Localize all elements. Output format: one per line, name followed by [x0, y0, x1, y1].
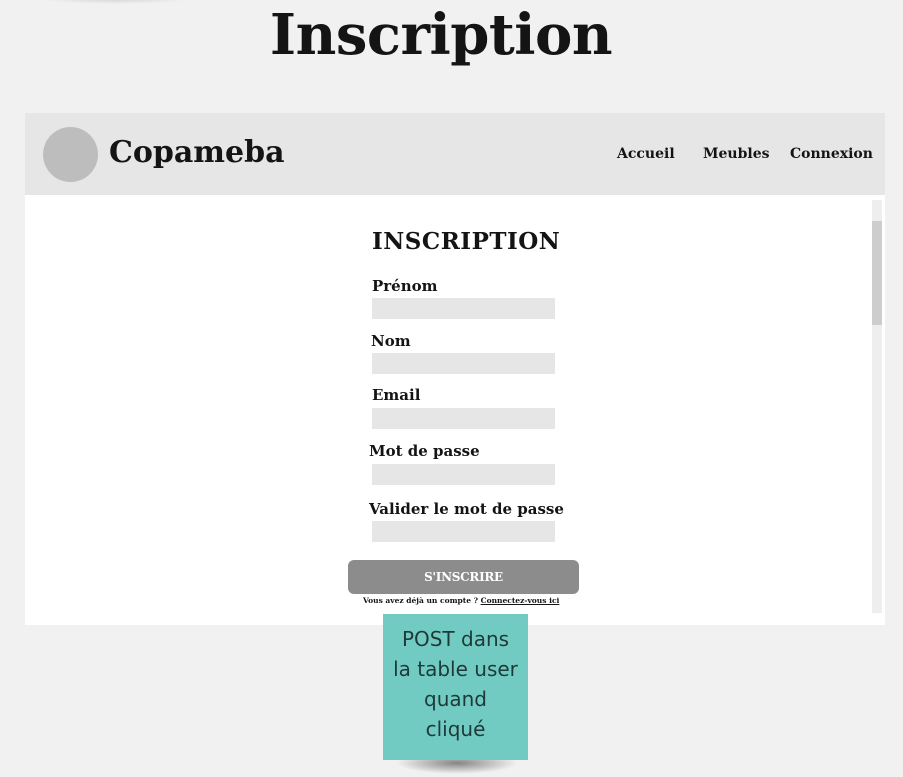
nav-link-connexion[interactable]: Connexion: [790, 146, 873, 162]
field-label-password: Mot de passe: [369, 442, 480, 460]
field-label-email: Email: [372, 386, 421, 404]
wireframe-window: Copameba Accueil Meubles Connexion INSCR…: [25, 113, 885, 625]
sticky-note-annotation: POST dans la table user quand cliqué: [383, 614, 528, 760]
nav-link-accueil[interactable]: Accueil: [617, 146, 675, 162]
email-input[interactable]: [372, 408, 555, 429]
prenom-input[interactable]: [372, 298, 555, 319]
scrollbar-thumb[interactable]: [872, 221, 882, 325]
field-label-confirm-password: Valider le mot de passe: [369, 500, 564, 518]
logo-placeholder: [43, 127, 98, 182]
nom-input[interactable]: [372, 353, 555, 374]
navbar: Copameba Accueil Meubles Connexion: [25, 113, 885, 195]
login-prompt-text: Vous avez déjà un compte ?: [363, 596, 478, 605]
nav-link-meubles[interactable]: Meubles: [703, 146, 769, 162]
form-title: INSCRIPTION: [372, 228, 561, 255]
field-label-nom: Nom: [371, 332, 411, 350]
field-label-prenom: Prénom: [372, 277, 438, 295]
signup-button[interactable]: S'INSCRIRE: [348, 560, 579, 594]
scrollbar-track[interactable]: [872, 200, 882, 613]
confirm-password-input[interactable]: [372, 521, 555, 542]
password-input[interactable]: [372, 464, 555, 485]
login-prompt-line: Vous avez déjà un compte ? Connectez-vou…: [363, 596, 559, 605]
login-link[interactable]: Connectez-vous ici: [481, 596, 560, 605]
page-title: Inscription: [269, 2, 613, 68]
brand-name: Copameba: [109, 135, 285, 170]
